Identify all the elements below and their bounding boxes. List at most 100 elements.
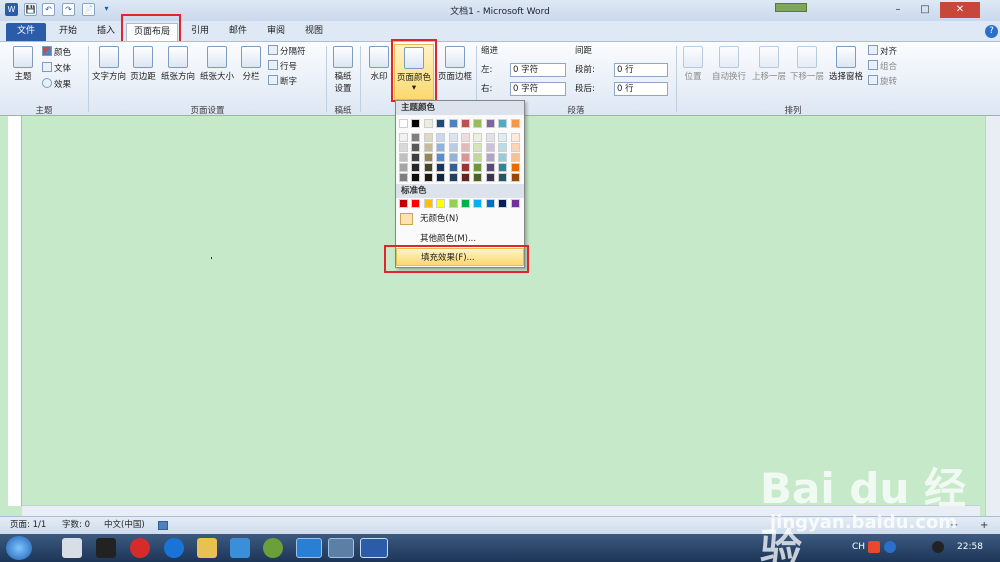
standard-color-swatch[interactable]: [399, 199, 408, 208]
standard-color-swatch[interactable]: [461, 199, 470, 208]
theme-color-swatch[interactable]: [399, 163, 408, 172]
theme-color-swatch[interactable]: [461, 153, 470, 162]
theme-color-swatch[interactable]: [436, 163, 446, 172]
tab-file[interactable]: 文件: [6, 23, 46, 41]
theme-color-swatch[interactable]: [448, 119, 458, 128]
theme-color-swatch[interactable]: [473, 163, 483, 172]
spacing-before-input[interactable]: 0 行: [614, 63, 668, 77]
theme-color-swatch[interactable]: [436, 119, 446, 128]
theme-color-swatch[interactable]: [498, 153, 508, 162]
no-color-item[interactable]: 无颜色(N): [396, 210, 524, 228]
taskbar-calculator-icon[interactable]: [62, 538, 82, 558]
position-button[interactable]: 位置: [680, 46, 706, 82]
help-icon[interactable]: ?: [985, 25, 998, 38]
theme-color-swatch[interactable]: [448, 173, 458, 182]
theme-color-swatch[interactable]: [461, 133, 470, 142]
redo-icon[interactable]: ↷: [62, 3, 75, 16]
word-app-icon[interactable]: W: [5, 3, 18, 16]
bring-forward-button[interactable]: 上移一层: [750, 46, 788, 82]
theme-effects-button[interactable]: 效果: [42, 78, 71, 91]
standard-color-swatch[interactable]: [473, 199, 483, 208]
page-count[interactable]: 页面: 1/1: [10, 519, 46, 532]
save-icon[interactable]: 💾: [24, 3, 37, 16]
new-document-icon[interactable]: 📄: [82, 3, 95, 16]
standard-color-swatch[interactable]: [498, 199, 508, 208]
tab-insert[interactable]: 插入: [90, 23, 122, 41]
theme-color-swatch[interactable]: [485, 163, 495, 172]
theme-color-swatch[interactable]: [411, 119, 421, 128]
tab-references[interactable]: 引用: [184, 23, 216, 41]
watermark-button[interactable]: 水印: [366, 46, 392, 82]
theme-color-swatch[interactable]: [411, 153, 421, 162]
theme-color-swatch[interactable]: [411, 163, 421, 172]
theme-color-swatch[interactable]: [461, 163, 470, 172]
taskbar-sogou-icon[interactable]: [296, 538, 322, 558]
selection-pane-button[interactable]: 选择窗格: [826, 46, 866, 82]
page-border-button[interactable]: 页面边框: [436, 46, 474, 82]
theme-color-swatch[interactable]: [448, 163, 458, 172]
theme-color-swatch[interactable]: [510, 153, 520, 162]
taskbar-qq-icon[interactable]: [96, 538, 116, 558]
theme-color-swatch[interactable]: [423, 133, 433, 142]
theme-color-swatch[interactable]: [510, 119, 520, 128]
macro-record-icon[interactable]: [158, 521, 168, 530]
themes-button[interactable]: 主题: [8, 46, 38, 82]
theme-color-swatch[interactable]: [510, 173, 520, 182]
theme-color-swatch[interactable]: [473, 119, 483, 128]
standard-color-swatch[interactable]: [485, 199, 495, 208]
standard-color-swatch[interactable]: [510, 199, 520, 208]
customize-toolbar-icon[interactable]: ▾: [100, 3, 113, 16]
theme-color-swatch[interactable]: [448, 153, 458, 162]
theme-color-swatch[interactable]: [473, 173, 483, 182]
spacing-after-input[interactable]: 0 行: [614, 82, 668, 96]
taskbar-photo-icon[interactable]: [230, 538, 250, 558]
taskbar-app-icon[interactable]: [263, 538, 283, 558]
manuscript-settings-button[interactable]: 稿纸 设置: [330, 46, 356, 94]
theme-color-swatch[interactable]: [448, 133, 458, 142]
theme-color-swatch[interactable]: [473, 133, 483, 142]
tab-view[interactable]: 视图: [298, 23, 330, 41]
theme-color-swatch[interactable]: [411, 133, 421, 142]
theme-color-swatch[interactable]: [498, 163, 508, 172]
start-button-icon[interactable]: [6, 536, 32, 560]
group-objects-button[interactable]: 组合: [868, 60, 897, 73]
theme-color-swatch[interactable]: [510, 163, 520, 172]
theme-color-swatch[interactable]: [423, 119, 433, 128]
hyphenation-button[interactable]: 断字: [268, 75, 297, 88]
theme-color-swatch[interactable]: [473, 143, 483, 152]
theme-color-swatch[interactable]: [399, 133, 408, 142]
word-count[interactable]: 字数: 0: [62, 519, 90, 532]
theme-color-swatch[interactable]: [461, 173, 470, 182]
theme-color-swatch[interactable]: [399, 143, 408, 152]
theme-color-swatch[interactable]: [485, 133, 495, 142]
theme-color-swatch[interactable]: [461, 119, 470, 128]
theme-color-swatch[interactable]: [423, 153, 433, 162]
indent-right-input[interactable]: 0 字符: [510, 82, 566, 96]
indent-left-input[interactable]: 0 字符: [510, 63, 566, 77]
undo-icon[interactable]: ↶: [42, 3, 55, 16]
minimize-button[interactable]: –: [885, 2, 911, 18]
taskbar-folder-icon[interactable]: [197, 538, 217, 558]
theme-color-swatch[interactable]: [436, 153, 446, 162]
theme-color-swatch[interactable]: [498, 119, 508, 128]
text-direction-button[interactable]: 文字方向: [90, 46, 128, 82]
tab-mailings[interactable]: 邮件: [222, 23, 254, 41]
close-button[interactable]: ✕: [940, 2, 980, 18]
theme-color-swatch[interactable]: [436, 173, 446, 182]
language-status[interactable]: 中文(中国): [104, 519, 145, 532]
theme-color-swatch[interactable]: [399, 119, 408, 128]
theme-color-swatch[interactable]: [423, 173, 433, 182]
theme-color-swatch[interactable]: [485, 119, 495, 128]
theme-color-swatch[interactable]: [498, 133, 508, 142]
wrap-text-button[interactable]: 自动换行: [708, 46, 750, 82]
rotate-button[interactable]: 旋转: [868, 75, 897, 88]
theme-color-swatch[interactable]: [423, 163, 433, 172]
theme-color-swatch[interactable]: [473, 153, 483, 162]
standard-color-swatch[interactable]: [423, 199, 433, 208]
theme-color-swatch[interactable]: [461, 143, 470, 152]
send-backward-button[interactable]: 下移一层: [788, 46, 826, 82]
taskbar-browser-icon[interactable]: [164, 538, 184, 558]
theme-color-swatch[interactable]: [411, 173, 421, 182]
maximize-button[interactable]: □: [912, 2, 938, 18]
size-button[interactable]: 纸张大小: [198, 46, 236, 82]
